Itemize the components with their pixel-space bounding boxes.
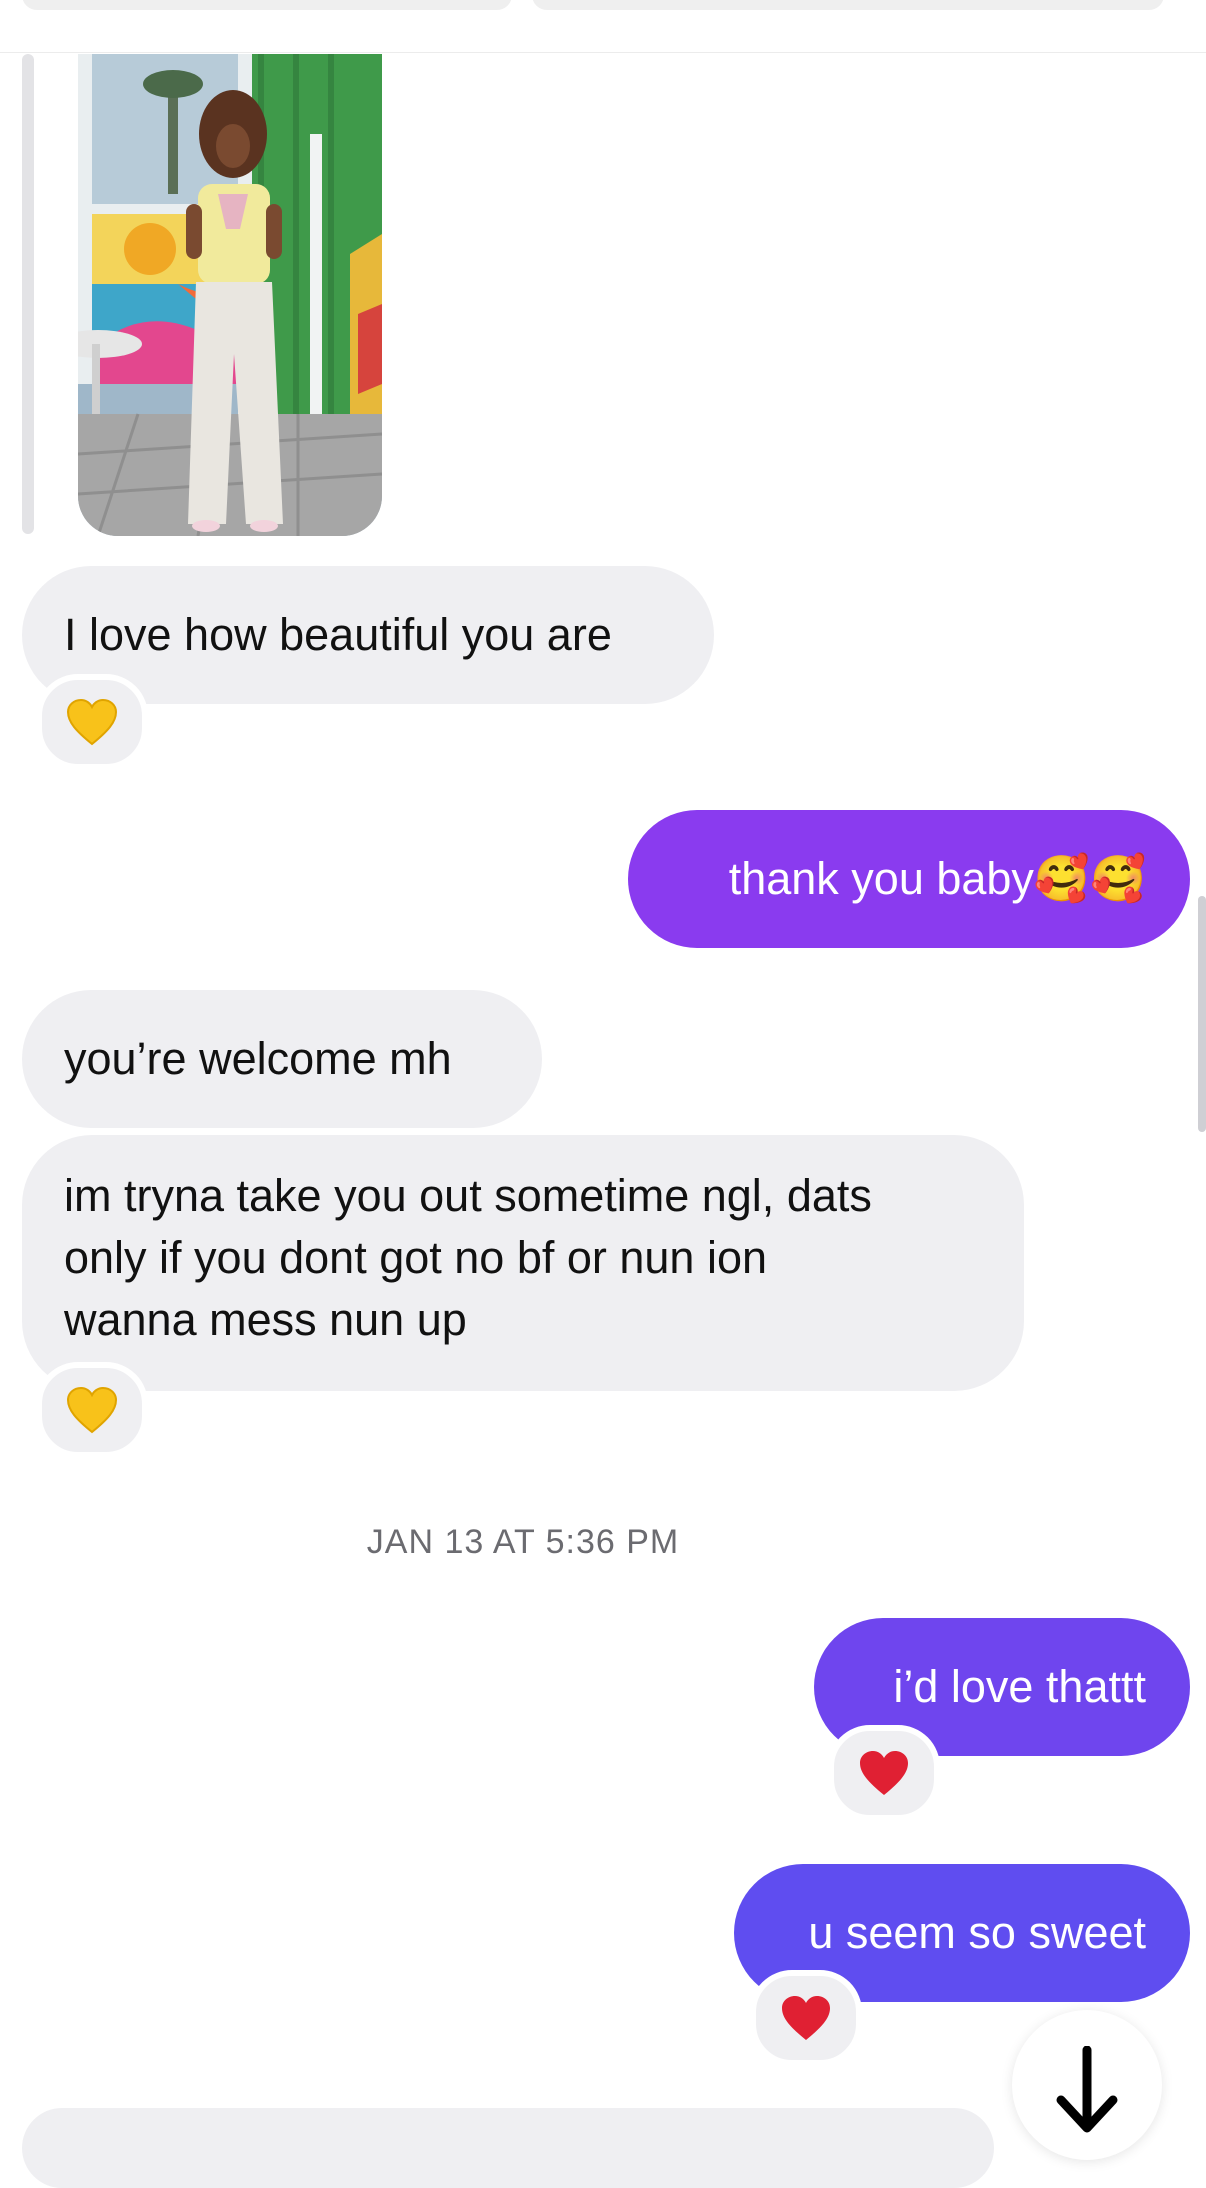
yellow-heart-icon	[66, 1386, 118, 1434]
message-text: you’re welcome mh	[64, 1033, 452, 1084]
reaction-badge[interactable]	[750, 1970, 862, 2066]
message-text: thank you baby🥰🥰	[728, 853, 1146, 904]
scroll-to-bottom-button[interactable]	[1012, 2010, 1162, 2160]
message-timestamp: JAN 13 AT 5:36 PM	[366, 1523, 680, 1561]
scrollbar[interactable]	[1198, 896, 1206, 1132]
yellow-heart-icon	[66, 698, 118, 746]
reaction-badge[interactable]	[828, 1725, 940, 1821]
previous-message-bubble	[22, 0, 512, 10]
divider	[0, 52, 1206, 53]
message-line: im tryna take you out sometime ngl, dats	[64, 1170, 872, 1221]
message-text: i’d love thattt	[893, 1661, 1146, 1712]
incoming-message[interactable]: im tryna take you out sometime ngl, dats…	[22, 1135, 1024, 1391]
incoming-message[interactable]: you’re welcome mh	[22, 990, 542, 1128]
message-line: wanna mess nun up	[64, 1294, 467, 1345]
message-text: u seem so sweet	[808, 1907, 1146, 1958]
red-heart-icon	[782, 1996, 830, 2040]
message-text: I love how beautiful you are	[64, 609, 612, 660]
reaction-badge[interactable]	[36, 1362, 148, 1458]
previous-message-bubble	[532, 0, 1164, 10]
shared-photo[interactable]	[78, 54, 382, 536]
reply-quote-bar	[22, 54, 34, 534]
red-heart-icon	[860, 1751, 908, 1795]
message-line: only if you dont got no bf or nun ion	[64, 1232, 767, 1283]
reaction-badge[interactable]	[36, 674, 148, 770]
arrow-down-icon	[1056, 2046, 1118, 2133]
incoming-message[interactable]	[22, 2108, 994, 2188]
outgoing-message[interactable]: thank you baby🥰🥰	[628, 810, 1190, 948]
